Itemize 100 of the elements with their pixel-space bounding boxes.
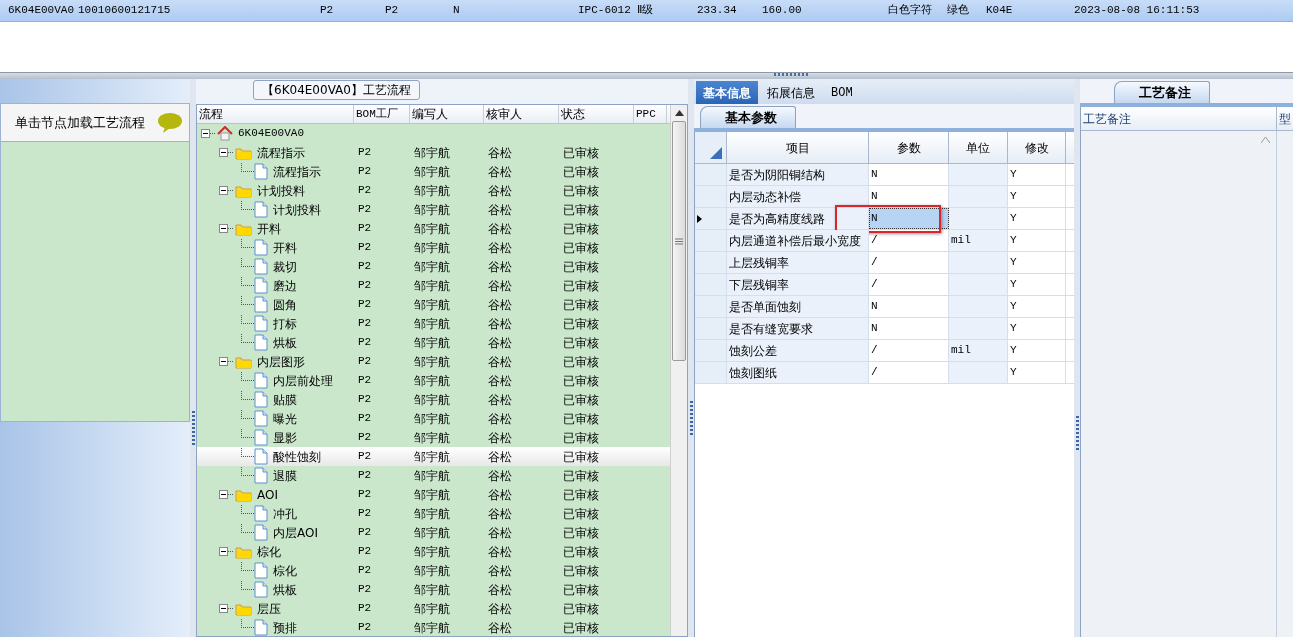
node-label[interactable]: 烘板 xyxy=(273,580,297,599)
node-label[interactable]: 打标 xyxy=(273,314,297,333)
tree-row[interactable]: 内层前处理 P2 邹宇航 谷松 已审核 xyxy=(197,371,670,390)
table-cell-text: P2 xyxy=(357,183,373,199)
splitter-grip[interactable] xyxy=(1075,416,1079,450)
record-cell-text: 160.00 xyxy=(762,3,803,19)
tree-row[interactable]: 打标 P2 邹宇航 谷松 已审核 xyxy=(197,314,670,333)
node-label[interactable]: 6K04E00VA0 xyxy=(238,125,304,142)
corner-header[interactable] xyxy=(695,132,727,163)
tree-row[interactable]: 棕化 P2 邹宇航 谷松 已审核 xyxy=(197,561,670,580)
node-label[interactable]: 显影 xyxy=(273,428,297,447)
node-label[interactable]: 计划投料 xyxy=(273,200,321,219)
collapse-icon[interactable] xyxy=(219,547,228,556)
collapse-icon[interactable] xyxy=(201,129,210,138)
record-row[interactable]: 6K04E00VA0 10010600121715 P2 P2 N IPC-6012 Ⅱ级 233.34 160.00 白色字符 绿色 K04E 2023-08-08 16:11:53 xyxy=(0,0,1293,22)
tree-row[interactable]: 计划投料 P2 邹宇航 谷松 已审核 xyxy=(197,181,670,200)
node-label[interactable]: 酸性蚀刻 xyxy=(273,447,321,466)
node-label[interactable]: 退膜 xyxy=(273,466,297,485)
tab[interactable]: 基本信息 xyxy=(696,81,758,104)
tree-row[interactable]: 磨边 P2 邹宇航 谷松 已审核 xyxy=(197,276,670,295)
column-header[interactable]: 流程 xyxy=(197,105,354,123)
node-label[interactable]: 开料 xyxy=(273,238,297,257)
collapse-icon[interactable] xyxy=(219,224,228,233)
tree-row[interactable]: 烘板 P2 邹宇航 谷松 已审核 xyxy=(197,580,670,599)
tree-row[interactable]: 开料 P2 邹宇航 谷松 已审核 xyxy=(197,219,670,238)
tree-row[interactable]: 预排 P2 邹宇航 谷松 已审核 xyxy=(197,618,670,636)
node-label[interactable]: 内层前处理 xyxy=(273,371,333,390)
column-header[interactable]: 参数 xyxy=(869,132,949,163)
tree-row[interactable]: 内层AOI P2 邹宇航 谷松 已审核 xyxy=(197,523,670,542)
tab[interactable]: 拓展信息 xyxy=(760,81,822,104)
column-header[interactable]: BOM工厂 xyxy=(354,105,410,123)
splitter-grip[interactable] xyxy=(773,73,810,76)
column-header[interactable]: 状态 xyxy=(559,105,634,123)
column-header[interactable]: 修改 xyxy=(1008,132,1066,163)
tree-row[interactable]: 烘板 P2 邹宇航 谷松 已审核 xyxy=(197,333,670,352)
column-header[interactable]: PPC xyxy=(634,105,667,123)
tree-row[interactable]: 层压 P2 邹宇航 谷松 已审核 xyxy=(197,599,670,618)
tree-row[interactable]: 6K04E00VA0 xyxy=(197,124,670,143)
collapse-icon[interactable] xyxy=(219,604,228,613)
tree-row[interactable]: 流程指示 P2 邹宇航 谷松 已审核 xyxy=(197,143,670,162)
node-label[interactable]: 棕化 xyxy=(273,561,297,580)
tree-row[interactable]: 裁切 P2 邹宇航 谷松 已审核 xyxy=(197,257,670,276)
node-label[interactable]: 贴膜 xyxy=(273,390,297,409)
table-cell-text: 邹宇航 xyxy=(413,315,451,333)
column-header[interactable]: 核审人 xyxy=(484,105,559,123)
tree-row[interactable]: 内层图形 P2 邹宇航 谷松 已审核 xyxy=(197,352,670,371)
node-label[interactable]: 流程指示 xyxy=(257,143,305,162)
node-label[interactable]: 层压 xyxy=(257,599,281,618)
tree-row[interactable]: AOI P2 邹宇航 谷松 已审核 xyxy=(197,485,670,504)
splitter-grip[interactable] xyxy=(191,411,195,445)
record-cell-text: 6K04E00VA0 xyxy=(8,3,75,19)
collapse-icon[interactable] xyxy=(219,186,228,195)
column-header[interactable]: 工艺备注 xyxy=(1081,107,1277,130)
tree-row[interactable]: 曝光 P2 邹宇航 谷松 已审核 xyxy=(197,409,670,428)
splitter-grip[interactable] xyxy=(689,401,693,435)
collapse-icon[interactable] xyxy=(219,490,228,499)
table-cell-text: P2 xyxy=(357,278,373,294)
node-label[interactable]: AOI xyxy=(257,485,278,504)
node-label[interactable]: 烘板 xyxy=(273,333,297,352)
document-icon xyxy=(254,239,268,256)
node-label[interactable]: 预排 xyxy=(273,618,297,636)
table-cell-text: 谷松 xyxy=(487,182,513,200)
node-label[interactable]: 流程指示 xyxy=(273,162,321,181)
table-cell-text: 已审核 xyxy=(562,581,600,599)
table-cell-text: 邹宇航 xyxy=(413,353,451,371)
tree-row[interactable]: 冲孔 P2 邹宇航 谷松 已审核 xyxy=(197,504,670,523)
node-label[interactable]: 磨边 xyxy=(273,276,297,295)
column-header[interactable]: 项目 xyxy=(727,132,869,163)
scroll-up-icon[interactable] xyxy=(674,110,684,116)
column-header[interactable]: 型 xyxy=(1277,107,1293,130)
collapse-icon[interactable] xyxy=(219,357,228,366)
tree-row[interactable]: 酸性蚀刻 P2 邹宇航 谷松 已审核 xyxy=(197,447,670,466)
table-cell-text: P2 xyxy=(357,373,373,389)
node-label[interactable]: 冲孔 xyxy=(273,504,297,523)
tab[interactable]: 工艺备注 xyxy=(1114,81,1210,103)
node-label[interactable]: 内层图形 xyxy=(257,352,305,371)
scrollbar-thumb[interactable] xyxy=(672,121,686,361)
tree-row[interactable]: 计划投料 P2 邹宇航 谷松 已审核 xyxy=(197,200,670,219)
node-label[interactable]: 开料 xyxy=(257,219,281,238)
tree-row[interactable]: 显影 P2 邹宇航 谷松 已审核 xyxy=(197,428,670,447)
table-cell-text: 谷松 xyxy=(487,391,513,409)
node-label[interactable]: 内层AOI xyxy=(273,523,318,542)
tree-row[interactable]: 退膜 P2 邹宇航 谷松 已审核 xyxy=(197,466,670,485)
row-header[interactable] xyxy=(695,208,727,229)
tree-row[interactable]: 流程指示 P2 邹宇航 谷松 已审核 xyxy=(197,162,670,181)
node-label[interactable]: 曝光 xyxy=(273,409,297,428)
tree-row[interactable]: 开料 P2 邹宇航 谷松 已审核 xyxy=(197,238,670,257)
tree-row[interactable]: 贴膜 P2 邹宇航 谷松 已审核 xyxy=(197,390,670,409)
tree-row[interactable]: 棕化 P2 邹宇航 谷松 已审核 xyxy=(197,542,670,561)
node-label[interactable]: 圆角 xyxy=(273,295,297,314)
tab[interactable]: BOM xyxy=(824,81,860,104)
tab[interactable]: 基本参数 xyxy=(700,106,796,128)
column-header[interactable]: 编写人 xyxy=(410,105,484,123)
tree-row[interactable]: 圆角 P2 邹宇航 谷松 已审核 xyxy=(197,295,670,314)
column-header[interactable]: 单位 xyxy=(949,132,1008,163)
node-label[interactable]: 计划投料 xyxy=(257,181,305,200)
table-cell[interactable]: N xyxy=(869,208,949,229)
node-label[interactable]: 裁切 xyxy=(273,257,297,276)
collapse-icon[interactable] xyxy=(219,148,228,157)
node-label[interactable]: 棕化 xyxy=(257,542,281,561)
